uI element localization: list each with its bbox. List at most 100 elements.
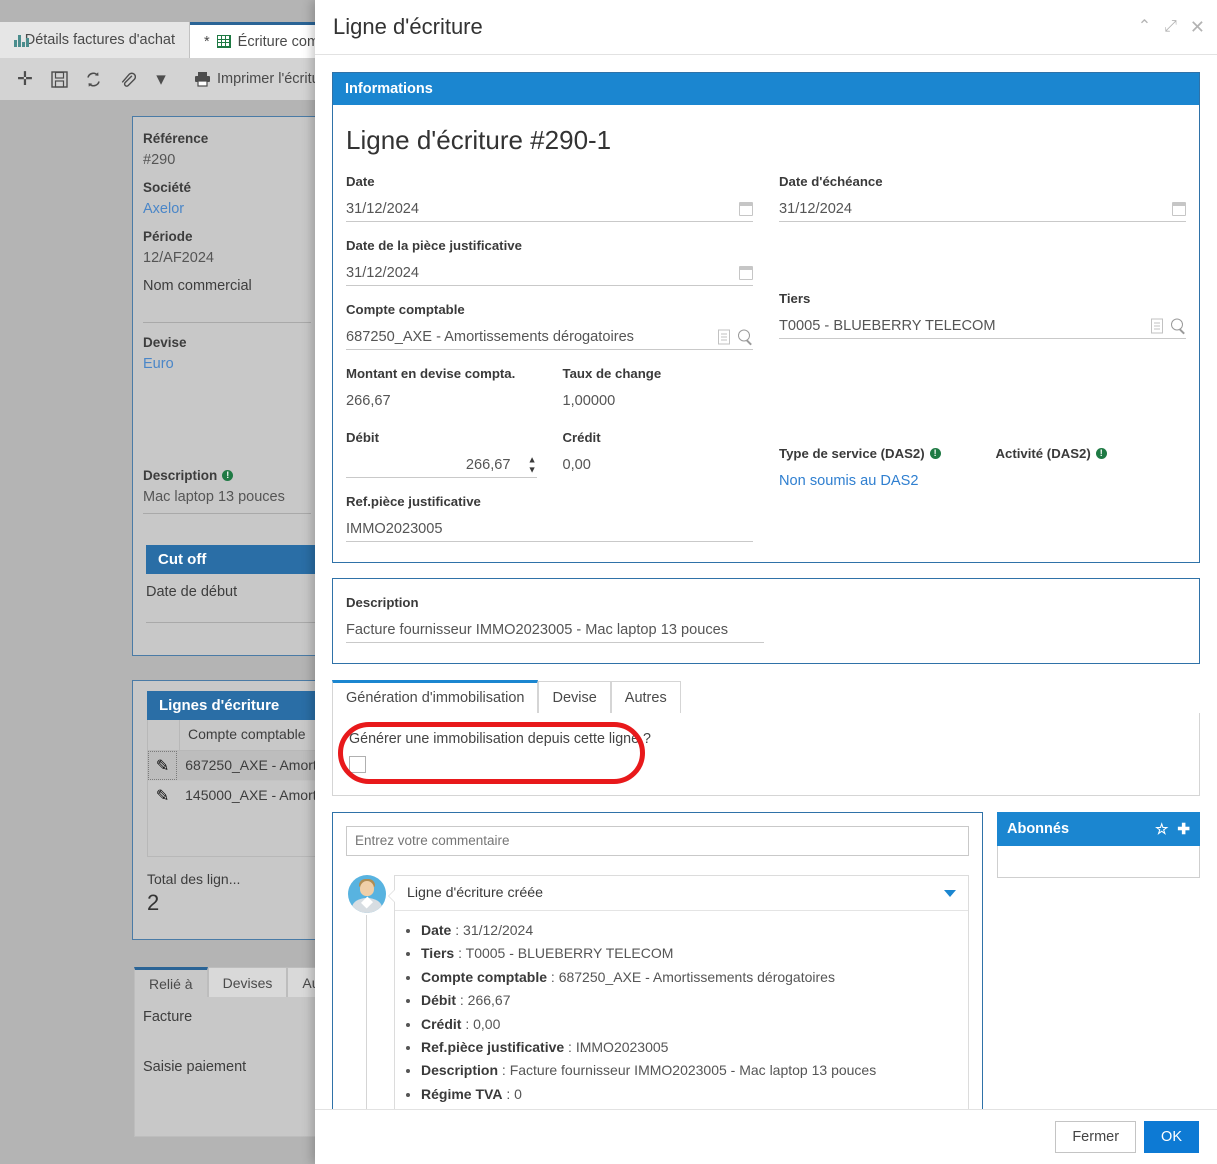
close-icon[interactable]: ✕ (1190, 18, 1205, 36)
field-account: Compte comptable 687250_AXE - Amortissem… (346, 302, 753, 350)
chevron-down-icon[interactable]: ▾ (144, 62, 178, 96)
column-header-account: Compte comptable (188, 726, 306, 742)
field-exchange-rate-value: 1,00000 (562, 393, 616, 409)
message-body: Date : 31/12/2024 Tiers : T0005 - BLUEBE… (395, 911, 968, 1109)
list-item: Description : Facture fournisseur IMMO20… (421, 1061, 956, 1080)
field-debit-value[interactable]: 266,67 (346, 457, 537, 473)
ok-button[interactable]: OK (1144, 1121, 1199, 1153)
field-amount-in-currency-value: 266,67 (346, 393, 391, 409)
subscribers-header: Abonnés ☆ ✚ (997, 812, 1200, 846)
field-credit-value: 0,00 (562, 457, 591, 473)
document-icon[interactable] (1151, 318, 1163, 333)
field-due-date-value[interactable]: 31/12/2024 (779, 201, 892, 217)
divider (146, 622, 322, 623)
list-item: Débit : 266,67 (421, 991, 956, 1010)
field-partner: Tiers T0005 - BLUEBERRY TELECOM (779, 291, 1186, 339)
tab-generation-immobilisation[interactable]: Génération d'immobilisation (332, 680, 539, 713)
field-das2-service-type-label: Type de service (DAS2) (779, 446, 925, 461)
calendar-icon[interactable] (739, 201, 753, 216)
paperclip-icon[interactable] (110, 62, 144, 96)
field-date-value[interactable]: 31/12/2024 (346, 201, 459, 217)
lines-total-value: 2 (147, 890, 160, 915)
search-icon[interactable] (738, 329, 753, 344)
plus-icon[interactable]: ✚ (1177, 820, 1190, 838)
cutoff-title: Cut off (146, 545, 322, 574)
search-icon[interactable] (1171, 318, 1186, 333)
entry-lines-section: Lignes d'écriture Compte comptable ✎ 687… (147, 691, 323, 916)
field-document-ref-value[interactable]: IMMO2023005 (346, 521, 483, 537)
field-das2-activity-label: Activité (DAS2) (995, 446, 1091, 461)
field-document-date-value[interactable]: 31/12/2024 (346, 265, 459, 281)
cutoff-start-value[interactable] (146, 600, 322, 622)
timeline-connector (366, 915, 367, 1109)
tab-devise[interactable]: Devise (538, 681, 611, 713)
comment-input[interactable] (346, 826, 969, 856)
app-tab-label: Détails factures d'achat (24, 32, 175, 48)
description-panel: Description Facture fournisseur IMMO2023… (332, 578, 1200, 664)
calendar-icon[interactable] (739, 265, 753, 280)
list-item: Compte comptable : 687250_AXE - Amortiss… (421, 968, 956, 987)
list-item: Crédit : 0,00 (421, 1015, 956, 1034)
spinner-icon[interactable]: ▲ ▼ (528, 455, 537, 474)
lines-total-label: Total des lign... (147, 871, 241, 887)
field-account-value[interactable]: 687250_AXE - Amortissements dérogatoires (346, 329, 674, 345)
field-reference: Référence #290 (143, 131, 209, 168)
field-exchange-rate: Taux de change 1,00000 (563, 366, 754, 414)
field-description-label: Description (346, 595, 419, 610)
print-entry-button[interactable]: Imprimer l'écriture (194, 71, 333, 87)
refresh-icon[interactable] (76, 62, 110, 96)
field-due-date-label: Date d'échéance (779, 174, 883, 189)
field-das2-service-type-value[interactable]: Non soumis au DAS2 (779, 473, 919, 489)
list-item: Tiers : T0005 - BLUEBERRY TELECOM (421, 944, 956, 963)
field-payment-entry-label: Saisie paiement (143, 1059, 247, 1075)
caret-down-icon[interactable] (944, 889, 956, 897)
field-date-label: Date (346, 174, 375, 189)
bottom-tab-devises[interactable]: Devises (207, 967, 288, 997)
dialog-footer: Fermer OK (315, 1109, 1217, 1164)
field-due-date: Date d'échéance 31/12/2024 (779, 174, 1186, 222)
chevron-up-icon[interactable]: ⌃ (1138, 19, 1151, 35)
divider (143, 322, 311, 323)
cutoff-start-label: Date de début (146, 584, 238, 600)
table-row[interactable]: ✎ 145000_AXE - Amortis (148, 781, 322, 810)
star-icon[interactable]: ☆ (1155, 820, 1168, 838)
calendar-icon[interactable] (1172, 201, 1186, 216)
user-avatar (348, 875, 386, 913)
message-header[interactable]: Ligne d'écriture créée (395, 876, 968, 911)
field-credit: Crédit 0,00 (563, 430, 754, 478)
field-debit-label: Débit (346, 430, 379, 445)
field-credit-label: Crédit (562, 430, 601, 445)
field-document-date-label: Date de la pièce justificative (346, 238, 522, 253)
field-document-ref: Ref.pièce justificative IMMO2023005 (346, 494, 753, 542)
pencil-icon[interactable]: ✎ (148, 751, 178, 780)
list-item: Date : 31/12/2024 (421, 921, 956, 940)
grid-icon (216, 35, 231, 48)
bottom-tab-relie-a[interactable]: Relié à (134, 967, 208, 997)
list-item: Ref.pièce justificative : IMMO2023005 (421, 1038, 956, 1057)
generate-asset-checkbox[interactable] (349, 756, 366, 773)
message-title: Ligne d'écriture créée (407, 885, 543, 901)
subscribers-list (997, 846, 1200, 878)
subscribers-title: Abonnés (1007, 821, 1070, 837)
app-tab-purchase-invoice-details[interactable]: Détails factures d'achat (0, 22, 190, 58)
field-partner-value[interactable]: T0005 - BLUEBERRY TELECOM (779, 318, 1036, 334)
subscribers-panel: Abonnés ☆ ✚ (997, 812, 1200, 1109)
field-description-value[interactable]: Facture fournisseur IMMO2023005 - Mac la… (346, 622, 728, 638)
close-button[interactable]: Fermer (1055, 1121, 1137, 1153)
field-commercial-name: Nom commercial (143, 278, 252, 294)
entry-line-dialog: Ligne d'écriture ⌃ ⤢ ✕ Informations Lign… (315, 0, 1217, 1164)
plus-icon[interactable]: ✛ (8, 62, 42, 96)
field-das2-activity: Activité (DAS2) ! (996, 446, 1187, 494)
tab-autres[interactable]: Autres (610, 681, 681, 713)
cutoff-section: Cut off Date de début (146, 545, 322, 623)
save-icon[interactable] (42, 62, 76, 96)
expand-icon[interactable]: ⤢ (1164, 19, 1177, 35)
document-icon[interactable] (718, 329, 730, 344)
field-invoice-label: Facture (143, 1009, 193, 1025)
field-document-ref-label: Ref.pièce justificative (346, 494, 481, 509)
field-document-date: Date de la pièce justificative 31/12/202… (346, 238, 753, 286)
dialog-window-controls: ⌃ ⤢ ✕ (1138, 18, 1205, 36)
dialog-header: Ligne d'écriture ⌃ ⤢ ✕ (315, 0, 1217, 55)
table-row[interactable]: ✎ 687250_AXE - Amortis (148, 751, 322, 781)
pencil-icon[interactable]: ✎ (148, 781, 177, 810)
